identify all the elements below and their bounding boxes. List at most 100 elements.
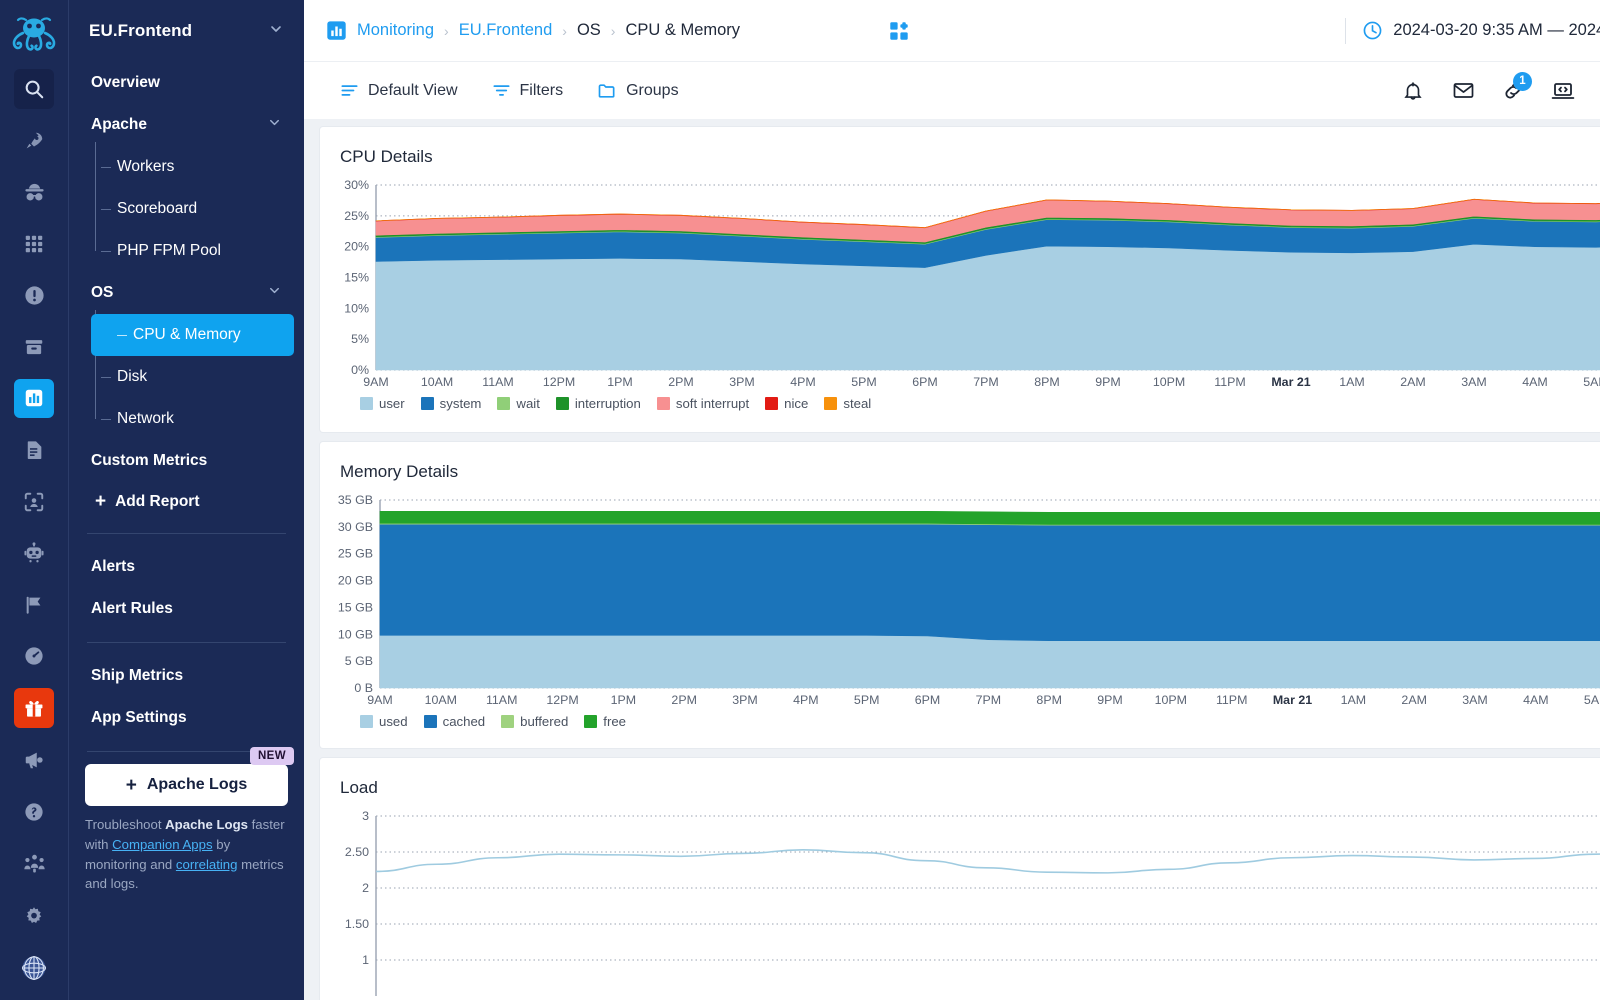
octopus-logo-icon[interactable]	[8, 8, 60, 59]
add-widget-icon[interactable]	[888, 20, 910, 42]
team-icon[interactable]	[14, 844, 54, 884]
sidebar-workspace-header[interactable]: EU.Frontend	[85, 0, 288, 62]
globe-avatar-icon[interactable]	[14, 948, 54, 988]
share-link-icon[interactable]: 1	[1494, 71, 1532, 110]
load-title: Load	[340, 778, 378, 797]
sidebar-divider	[87, 533, 286, 534]
search-icon[interactable]	[14, 69, 54, 109]
svg-text:12PM: 12PM	[543, 375, 575, 389]
flag-icon[interactable]	[14, 585, 54, 625]
cpu-details-chart[interactable]: 0% 5% 10% 15% 20% 25% 30% 9AM 10AM 11AM 12PM 1PM 2PM…	[320, 167, 1600, 392]
svg-text:20%: 20%	[344, 240, 369, 254]
sidebar-item-ship-metrics[interactable]: Ship Metrics	[85, 655, 288, 697]
chevron-down-icon[interactable]	[267, 115, 282, 135]
legend-item[interactable]: interruption	[555, 396, 641, 411]
svg-text:5 GB: 5 GB	[345, 654, 373, 668]
sidebar-item-label: Alerts	[91, 558, 135, 575]
legend-item[interactable]: soft interrupt	[656, 396, 750, 411]
svg-text:15 GB: 15 GB	[338, 600, 373, 614]
mail-icon[interactable]	[1444, 72, 1482, 110]
legend-item[interactable]: wait	[497, 396, 540, 411]
legend-item[interactable]: cached	[423, 714, 485, 729]
sidebar-item-overview[interactable]: Overview	[85, 62, 288, 104]
chevron-down-icon[interactable]	[268, 21, 284, 42]
breadcrumb-monitoring[interactable]: Monitoring	[357, 21, 434, 40]
load-card: Load 11.5022.5039AM10AM11AM12PM1PM2PM3PM…	[320, 758, 1600, 1000]
companion-apps-link[interactable]: Companion Apps	[112, 837, 212, 852]
legend-label: soft interrupt	[675, 396, 750, 411]
gift-icon[interactable]	[14, 687, 54, 728]
breadcrumb-cpu-memory: CPU & Memory	[625, 21, 741, 39]
legend-item[interactable]: nice	[765, 396, 808, 411]
apache-logs-button[interactable]: NEW + Apache Logs	[85, 747, 294, 806]
svg-text:4PM: 4PM	[793, 693, 818, 707]
embed-code-icon[interactable]	[1544, 72, 1582, 110]
legend-item[interactable]: user	[360, 396, 405, 411]
alert-icon[interactable]	[14, 276, 54, 316]
sidebar-item-label: Apache	[91, 116, 147, 133]
svg-text:10AM: 10AM	[425, 693, 457, 707]
document-icon[interactable]	[14, 430, 54, 470]
legend-swatch	[423, 715, 437, 728]
legend-item[interactable]: buffered	[501, 714, 568, 729]
sidebar-item-label: Alert Rules	[91, 600, 173, 617]
gauge-icon[interactable]	[14, 636, 54, 676]
sidebar-item-scoreboard[interactable]: Scoreboard	[101, 188, 288, 230]
sidebar-divider	[87, 642, 286, 643]
dashboard-content: CPU Details 0% 5% 10% 15% 20% 25% 30% 9AM 10AM 11…	[304, 119, 1600, 1000]
sidebar: EU.Frontend Overview Apache Workers Scor…	[68, 0, 304, 1000]
sidebar-item-apache[interactable]: Apache	[85, 104, 288, 146]
legend-item[interactable]: steal	[824, 396, 871, 411]
load-chart[interactable]: 11.5022.5039AM10AM11AM12PM1PM2PM3PM4PM5P…	[320, 798, 1600, 1000]
robot-icon[interactable]	[14, 533, 54, 573]
filters-button[interactable]: Filters	[492, 81, 563, 100]
default-view-button[interactable]: Default View	[340, 81, 458, 100]
groups-button[interactable]: Groups	[597, 81, 679, 101]
alert-bell-icon[interactable]	[1394, 72, 1432, 110]
svg-text:12PM: 12PM	[546, 693, 578, 707]
sidebar-item-custom-metrics[interactable]: Custom Metrics	[85, 440, 288, 482]
rocket-icon[interactable]	[14, 121, 54, 161]
sidebar-item-php-fpm-pool[interactable]: PHP FPM Pool	[101, 230, 288, 272]
sidebar-item-label: CPU & Memory	[133, 326, 241, 343]
top-bar: Monitoring › EU.Frontend › OS › CPU & Me…	[304, 0, 1600, 61]
legend-swatch	[420, 397, 434, 410]
fullscreen-icon[interactable]	[1594, 72, 1600, 110]
megaphone-icon[interactable]	[14, 740, 54, 780]
sidebar-item-os[interactable]: OS	[85, 272, 288, 314]
legend-item[interactable]: used	[360, 714, 408, 729]
sidebar-item-workers[interactable]: Workers	[101, 146, 288, 188]
archive-icon[interactable]	[14, 327, 54, 367]
sidebar-item-label: PHP FPM Pool	[117, 242, 221, 259]
legend-swatch	[360, 397, 373, 410]
correlating-link[interactable]: correlating	[176, 857, 238, 872]
svg-text:9PM: 9PM	[1097, 693, 1122, 707]
legend-swatch	[584, 715, 598, 728]
rail-bottom-group	[14, 682, 54, 1000]
svg-text:10%: 10%	[344, 301, 369, 315]
legend-item[interactable]: free	[584, 714, 626, 729]
sidebar-item-network[interactable]: Network	[101, 398, 288, 440]
sidebar-item-app-settings[interactable]: App Settings	[85, 697, 288, 739]
sidebar-item-cpu-memory[interactable]: CPU & Memory	[91, 314, 294, 356]
grid-icon[interactable]	[14, 224, 54, 264]
chevron-down-icon[interactable]	[267, 283, 282, 303]
sidebar-item-alert-rules[interactable]: Alert Rules	[85, 588, 288, 630]
bar-chart-icon[interactable]	[14, 378, 54, 419]
add-report-button[interactable]: + Add Report	[85, 482, 288, 521]
help-circle-icon[interactable]	[14, 792, 54, 832]
breadcrumb-eu-frontend[interactable]: EU.Frontend	[459, 21, 553, 40]
breadcrumb-os[interactable]: OS	[577, 21, 601, 40]
legend-item[interactable]: system	[420, 396, 481, 411]
svg-text:1.50: 1.50	[345, 917, 369, 931]
gear-icon[interactable]	[14, 896, 54, 936]
sidebar-item-alerts[interactable]: Alerts	[85, 546, 288, 588]
svg-text:11PM: 11PM	[1216, 693, 1247, 707]
sidebar-item-disk[interactable]: Disk	[101, 356, 288, 398]
memory-details-chart[interactable]: 0 B5 GB 10 GB 15 GB 20 GB 25 GB 30 GB 35 GB 9AM…	[320, 482, 1600, 710]
date-range-picker[interactable]: 2024-03-20 9:35 AM — 2024-03-21 9:35 AM	[1362, 20, 1600, 41]
svg-text:10 GB: 10 GB	[338, 627, 373, 641]
detective-icon[interactable]	[14, 173, 54, 213]
cpu-details-legend: user system wait interruption soft interrupt…	[320, 392, 1600, 423]
scan-user-icon[interactable]	[14, 482, 54, 522]
